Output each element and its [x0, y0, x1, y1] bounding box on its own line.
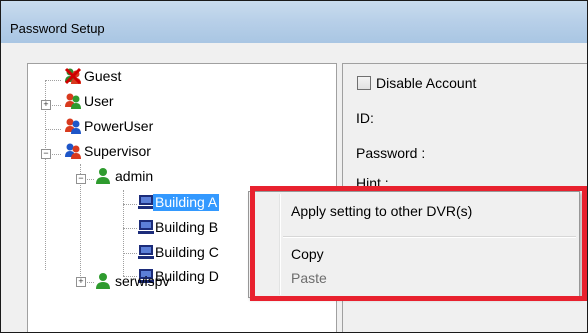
tree-line: [123, 253, 137, 254]
tree-item-label: User: [84, 93, 114, 109]
group-poweruser-icon: [65, 118, 81, 134]
paste-menu-item: Paste: [291, 270, 327, 286]
window-title: Password Setup: [10, 21, 105, 36]
tree-item-label: Building C: [155, 244, 219, 260]
tree-item-label: Supervisor: [84, 143, 151, 159]
group-supervisor-icon: [65, 143, 81, 159]
id-label: ID:: [356, 110, 374, 126]
menu-separator: [283, 236, 576, 238]
collapse-admin-button[interactable]: −: [76, 174, 86, 184]
disable-account-label[interactable]: Disable Account: [376, 75, 476, 91]
menu-gutter: [279, 194, 281, 295]
copy-menu-item[interactable]: Copy: [291, 246, 324, 262]
password-label: Password :: [356, 145, 426, 161]
hint-label: Hint :: [356, 175, 389, 191]
tree-line: [123, 228, 137, 229]
user-icon: [96, 168, 110, 184]
context-menu: Apply setting to other DVR(s) Copy Paste: [248, 191, 580, 298]
tree-item-label: Building A: [153, 194, 220, 211]
password-setup-window: Password Setup + − − + Guest User PowerU…: [0, 0, 588, 333]
tree-item-label: admin: [115, 168, 154, 184]
tree-line: [123, 204, 137, 205]
collapse-supervisor-button[interactable]: −: [41, 149, 51, 159]
apply-setting-menu-item[interactable]: Apply setting to other DVR(s): [291, 203, 472, 219]
user-icon: [96, 273, 110, 289]
tree-item-label: serwispv: [115, 273, 170, 289]
tree-item-label: Building B: [155, 219, 219, 235]
tree-line: [123, 190, 124, 276]
expand-serwispv-button[interactable]: +: [76, 277, 86, 287]
title-bar[interactable]: Password Setup: [1, 1, 587, 43]
group-user-icon: [65, 93, 81, 109]
tree-line: [45, 129, 61, 130]
tree-line: [45, 80, 61, 81]
group-disabled-icon: [64, 67, 82, 85]
disable-account-checkbox[interactable]: [357, 76, 371, 90]
tree-item-label: PowerUser: [84, 118, 154, 134]
tree-item-label: Guest: [84, 68, 122, 84]
expand-user-button[interactable]: +: [41, 100, 51, 110]
